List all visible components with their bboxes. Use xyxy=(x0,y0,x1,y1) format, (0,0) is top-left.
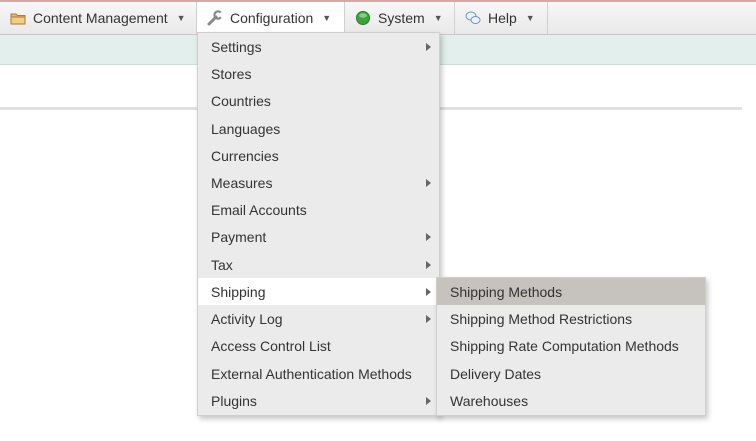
menu-system[interactable]: System ▼ xyxy=(345,2,455,34)
submenu-item-label: Shipping Method Restrictions xyxy=(450,310,633,327)
dropdown-item-settings[interactable]: Settings xyxy=(198,33,439,60)
submenu-item-shipping-method-restrictions[interactable]: Shipping Method Restrictions xyxy=(437,305,705,332)
dropdown-item-activity-log[interactable]: Activity Log xyxy=(198,305,439,332)
menu-configuration[interactable]: Configuration ▼ xyxy=(197,2,345,34)
submenu-item-shipping-rate-computation-methods[interactable]: Shipping Rate Computation Methods xyxy=(437,332,705,359)
chevron-down-icon: ▼ xyxy=(433,13,443,23)
main-menubar: Content Management ▼ Configuration ▼ Sys… xyxy=(0,2,756,35)
dropdown-item-access-control-list[interactable]: Access Control List xyxy=(198,332,439,359)
dropdown-item-label: Activity Log xyxy=(211,310,283,327)
dropdown-item-stores[interactable]: Stores xyxy=(198,60,439,87)
green-status-icon xyxy=(355,10,371,26)
chevron-down-icon: ▼ xyxy=(322,13,332,23)
submenu-item-delivery-dates[interactable]: Delivery Dates xyxy=(437,360,705,387)
dropdown-item-label: Tax xyxy=(211,256,233,273)
menu-content-management[interactable]: Content Management ▼ xyxy=(0,2,197,34)
dropdown-item-label: Shipping xyxy=(211,283,266,300)
dropdown-item-shipping[interactable]: Shipping xyxy=(198,278,439,305)
dropdown-item-currencies[interactable]: Currencies xyxy=(198,142,439,169)
dropdown-item-label: Plugins xyxy=(211,392,257,409)
chevron-right-icon xyxy=(426,288,431,296)
dropdown-item-measures[interactable]: Measures xyxy=(198,169,439,196)
chevron-right-icon xyxy=(426,233,431,241)
submenu-item-shipping-methods[interactable]: Shipping Methods xyxy=(437,278,705,305)
submenu-item-label: Warehouses xyxy=(450,392,529,409)
dropdown-item-label: Settings xyxy=(211,38,262,55)
dropdown-item-label: Payment xyxy=(211,228,267,245)
chevron-down-icon: ▼ xyxy=(176,13,186,23)
shipping-submenu: Shipping Methods Shipping Method Restric… xyxy=(436,277,706,416)
dropdown-item-label: Stores xyxy=(211,65,252,82)
menu-help-label: Help xyxy=(488,10,517,26)
chevron-right-icon xyxy=(426,261,431,269)
chevron-right-icon xyxy=(426,315,431,323)
dropdown-item-label: Access Control List xyxy=(211,337,331,354)
configuration-dropdown: Settings Stores Countries Languages Curr… xyxy=(197,32,440,416)
wrench-icon xyxy=(207,10,225,26)
menu-help[interactable]: Help ▼ xyxy=(455,2,548,34)
dropdown-item-languages[interactable]: Languages xyxy=(198,115,439,142)
folder-icon xyxy=(10,10,26,26)
dropdown-item-countries[interactable]: Countries xyxy=(198,87,439,114)
chevron-down-icon: ▼ xyxy=(525,13,535,23)
dropdown-item-label: Countries xyxy=(211,92,271,109)
menu-content-management-label: Content Management xyxy=(33,10,168,26)
dropdown-item-label: External Authentication Methods xyxy=(211,365,412,382)
menu-system-label: System xyxy=(378,10,425,26)
dropdown-item-tax[interactable]: Tax xyxy=(198,251,439,278)
chat-bubbles-icon xyxy=(465,10,481,26)
dropdown-item-plugins[interactable]: Plugins xyxy=(198,387,439,414)
chevron-right-icon xyxy=(426,397,431,405)
dropdown-item-label: Currencies xyxy=(211,147,279,164)
dropdown-item-payment[interactable]: Payment xyxy=(198,223,439,250)
dropdown-item-email-accounts[interactable]: Email Accounts xyxy=(198,196,439,223)
submenu-item-label: Delivery Dates xyxy=(450,365,542,382)
dropdown-item-external-authentication-methods[interactable]: External Authentication Methods xyxy=(198,360,439,387)
submenu-item-warehouses[interactable]: Warehouses xyxy=(437,387,705,414)
menu-configuration-label: Configuration xyxy=(230,10,314,26)
submenu-item-label: Shipping Methods xyxy=(450,283,563,300)
submenu-item-label: Shipping Rate Computation Methods xyxy=(450,337,679,354)
chevron-right-icon xyxy=(426,179,431,187)
dropdown-item-label: Measures xyxy=(211,174,273,191)
chevron-right-icon xyxy=(426,43,431,51)
dropdown-item-label: Email Accounts xyxy=(211,201,307,218)
dropdown-item-label: Languages xyxy=(211,120,281,137)
